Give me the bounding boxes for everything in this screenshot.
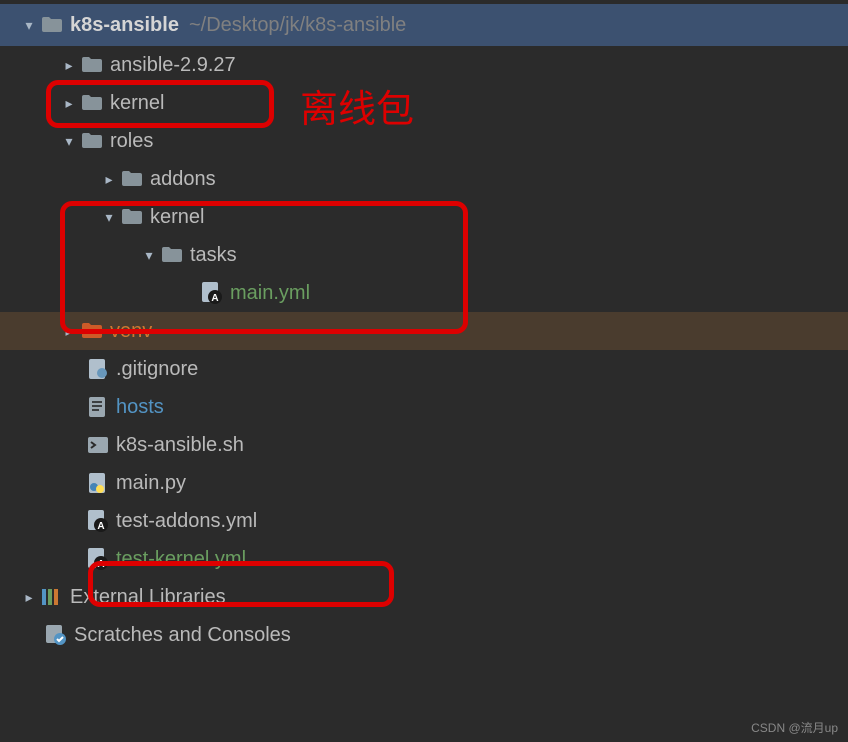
folder-roles-kernel[interactable]: ▾ kernel xyxy=(0,198,848,236)
folder-label: kernel xyxy=(110,92,164,115)
folder-label: tasks xyxy=(190,244,237,267)
chevron-right-icon: ▸ xyxy=(58,95,80,112)
chevron-down-icon: ▾ xyxy=(18,17,40,34)
watermark: CSDN @流月up xyxy=(751,719,838,736)
chevron-right-icon: ▸ xyxy=(58,323,80,340)
chevron-right-icon: ▸ xyxy=(58,57,80,74)
file-label: hosts xyxy=(116,396,164,419)
file-test-addons[interactable]: A test-addons.yml xyxy=(0,502,848,540)
file-label: test-kernel.yml xyxy=(116,548,246,571)
file-hosts[interactable]: hosts xyxy=(0,388,848,426)
folder-icon xyxy=(80,129,104,153)
ansible-file-icon: A xyxy=(86,509,110,533)
scratches-consoles[interactable]: Scratches and Consoles xyxy=(0,616,848,654)
libraries-icon xyxy=(40,585,66,609)
project-root-path: ~/Desktop/jk/k8s-ansible xyxy=(189,14,406,37)
external-label: External Libraries xyxy=(70,586,226,609)
folder-venv[interactable]: ▸ venv xyxy=(0,312,848,350)
folder-icon xyxy=(80,91,104,115)
scratches-label: Scratches and Consoles xyxy=(74,624,291,647)
folder-kernel[interactable]: ▸ kernel xyxy=(0,84,848,122)
chevron-right-icon: ▸ xyxy=(98,171,120,188)
shell-file-icon xyxy=(86,433,110,457)
file-main-yml[interactable]: ▸ A main.yml xyxy=(0,274,848,312)
project-tree: ▾ k8s-ansible ~/Desktop/jk/k8s-ansible ▸… xyxy=(0,0,848,654)
folder-label: venv xyxy=(110,320,152,343)
chevron-right-icon: ▸ xyxy=(18,589,40,606)
file-main-py[interactable]: main.py xyxy=(0,464,848,502)
folder-label: roles xyxy=(110,130,153,153)
python-file-icon xyxy=(86,471,110,495)
chevron-down-icon: ▾ xyxy=(58,133,80,150)
text-file-icon xyxy=(86,395,110,419)
file-label: main.yml xyxy=(230,282,310,305)
folder-ansible[interactable]: ▸ ansible-2.9.27 xyxy=(0,46,848,84)
svg-text:A: A xyxy=(97,521,104,532)
chevron-down-icon: ▾ xyxy=(138,247,160,264)
project-root-label: k8s-ansible xyxy=(70,14,179,37)
file-label: .gitignore xyxy=(116,358,198,381)
file-k8s-sh[interactable]: k8s-ansible.sh xyxy=(0,426,848,464)
file-label: test-addons.yml xyxy=(116,510,257,533)
folder-roles[interactable]: ▾ roles xyxy=(0,122,848,160)
folder-icon xyxy=(160,243,184,267)
chevron-down-icon: ▾ xyxy=(98,209,120,226)
svg-text:A: A xyxy=(211,293,218,304)
folder-label: ansible-2.9.27 xyxy=(110,54,236,77)
file-gitignore[interactable]: .gitignore xyxy=(0,350,848,388)
folder-label: addons xyxy=(150,168,216,191)
file-label: k8s-ansible.sh xyxy=(116,434,244,457)
scratches-icon xyxy=(44,623,70,647)
ansible-file-icon: A xyxy=(86,547,110,571)
file-label: main.py xyxy=(116,472,186,495)
folder-icon xyxy=(120,167,144,191)
project-root-row[interactable]: ▾ k8s-ansible ~/Desktop/jk/k8s-ansible xyxy=(0,4,848,46)
folder-label: kernel xyxy=(150,206,204,229)
folder-icon xyxy=(40,13,64,37)
folder-tasks[interactable]: ▾ tasks xyxy=(0,236,848,274)
svg-text:A: A xyxy=(97,559,104,570)
folder-icon xyxy=(80,53,104,77)
excluded-folder-icon xyxy=(80,319,104,343)
ansible-file-icon: A xyxy=(200,281,224,305)
file-icon xyxy=(86,357,110,381)
folder-icon xyxy=(120,205,144,229)
folder-addons[interactable]: ▸ addons xyxy=(0,160,848,198)
external-libraries[interactable]: ▸ External Libraries xyxy=(0,578,848,616)
file-test-kernel[interactable]: A test-kernel.yml xyxy=(0,540,848,578)
